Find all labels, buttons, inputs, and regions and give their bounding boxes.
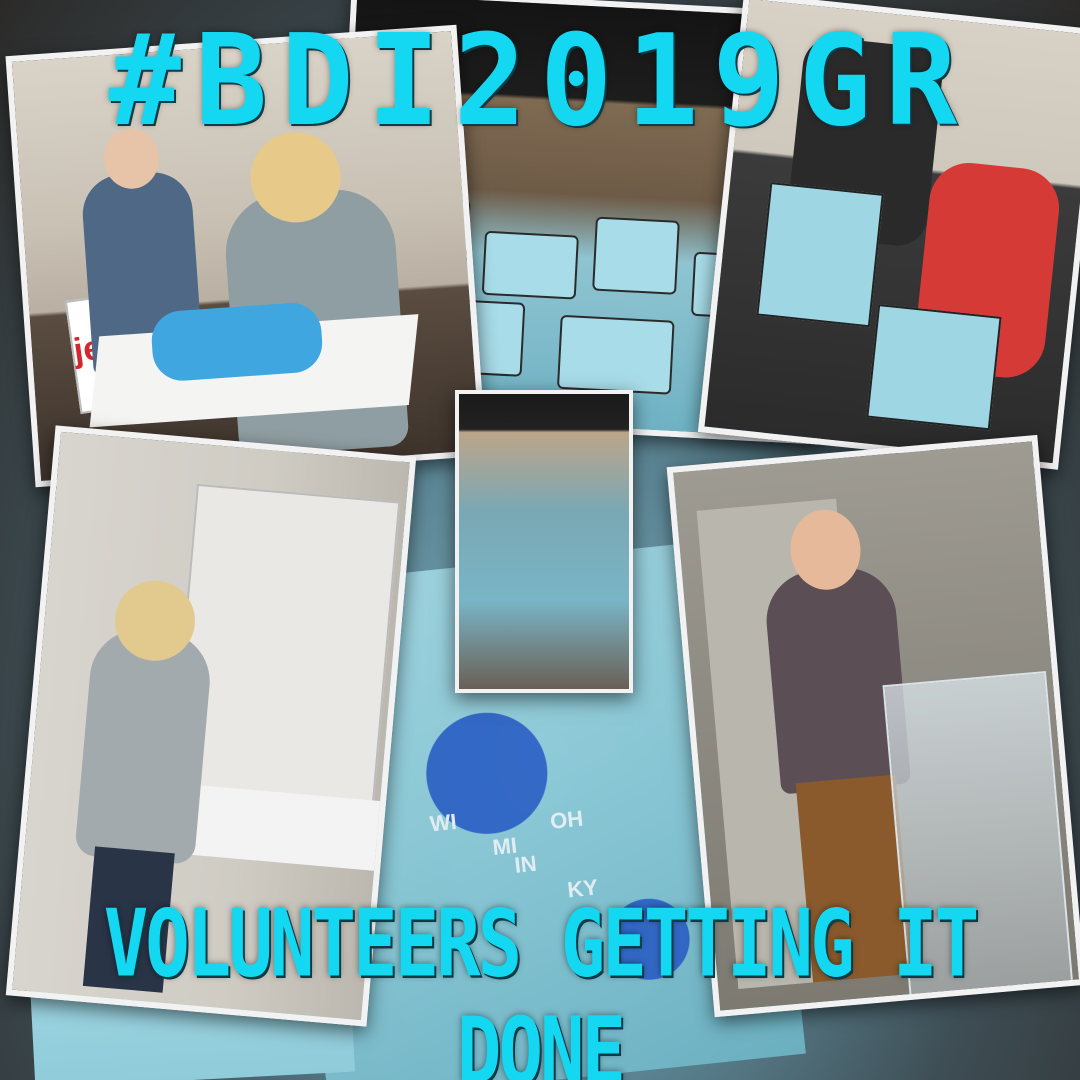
collage: WI MI OH IN KY jer [0,0,1080,1080]
caption: VOLUNTEERS GETTING IT DONE [103,890,980,1080]
tote-bag [756,182,884,328]
blue-shirt [149,300,325,383]
bag-map-label: IN [513,850,538,878]
window [170,483,401,805]
bag-map-label: OH [548,805,585,834]
tote-bag [481,230,579,300]
tote-bag [866,304,1002,431]
tote-bag [592,216,680,295]
bag-map-label: WI [428,808,458,837]
hashtag-title: #BDI2019GR [108,8,972,155]
tote-bag [556,314,675,395]
photo-bag-pile-overview [455,390,633,693]
volunteer-woman [74,625,214,866]
